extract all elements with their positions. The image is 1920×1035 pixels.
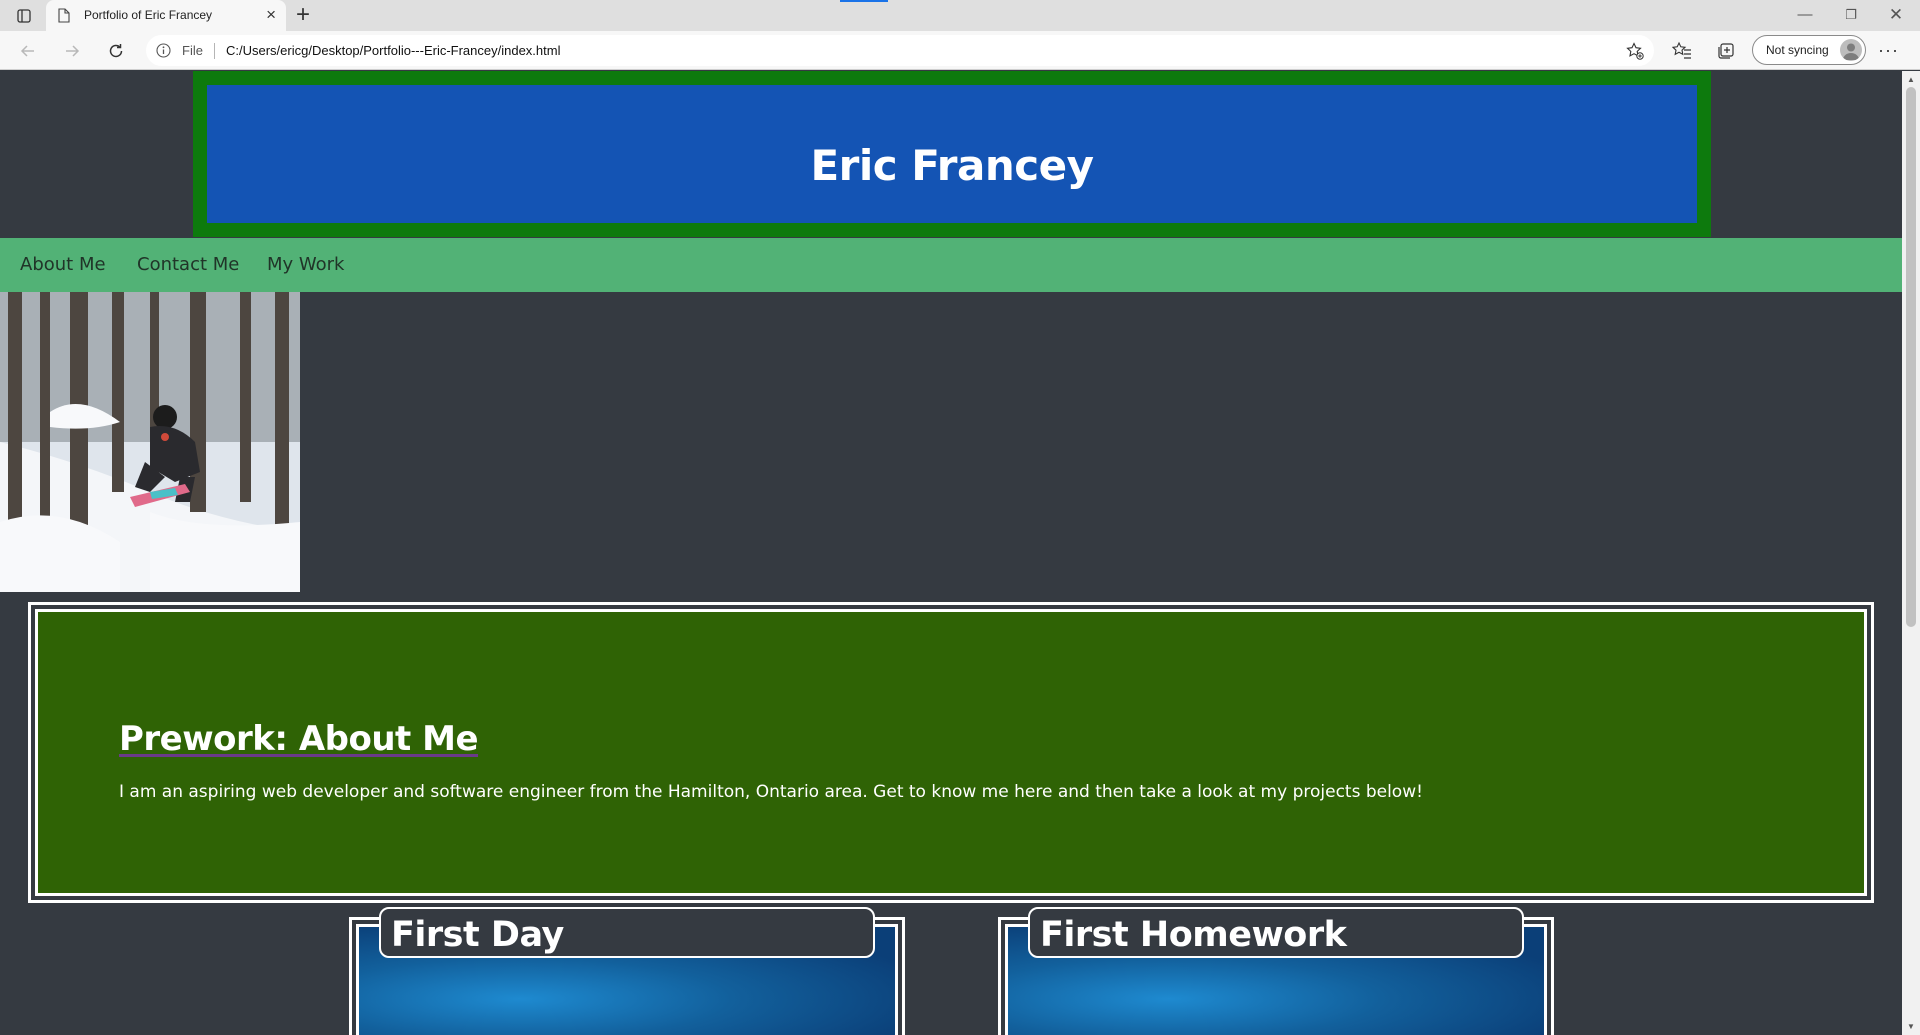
project-title: First Day (391, 915, 564, 955)
project-title-box: First Day (379, 907, 875, 958)
about-paragraph: I am an aspiring web developer and softw… (119, 782, 1423, 802)
restore-icon[interactable]: ❐ (1836, 4, 1866, 26)
loading-indicator (840, 0, 888, 2)
browser-toolbar: File C:/Users/ericg/Desktop/Portfolio---… (0, 31, 1920, 70)
address-bar[interactable]: File C:/Users/ericg/Desktop/Portfolio---… (146, 35, 1654, 66)
close-tab-icon[interactable]: × (266, 5, 276, 25)
about-panel: Prework: About Me I am an aspiring web d… (35, 609, 1867, 896)
site-title: Eric Francey (810, 141, 1094, 190)
project-title-box: First Homework (1028, 907, 1524, 958)
nav-link-work[interactable]: My Work (267, 254, 344, 275)
project-title: First Homework (1040, 915, 1347, 955)
about-heading[interactable]: Prework: About Me (119, 719, 479, 759)
sync-status-label: Not syncing (1766, 43, 1829, 57)
window-close-icon[interactable]: ✕ (1881, 4, 1911, 26)
new-tab-icon[interactable]: + (296, 2, 310, 28)
address-separator (214, 43, 215, 59)
site-header: Eric Francey (193, 71, 1711, 237)
page-icon (58, 8, 70, 23)
minimize-icon[interactable]: — (1790, 4, 1820, 26)
back-arrow-icon[interactable] (14, 37, 42, 65)
snowboarder-photo (0, 292, 300, 592)
page-viewport: Eric Francey About Me Contact Me My Work (0, 71, 1902, 1035)
tab-title: Portfolio of Eric Francey (84, 8, 213, 22)
favorites-icon[interactable] (1671, 41, 1692, 61)
info-icon[interactable] (156, 43, 171, 58)
profile-avatar-icon (1840, 39, 1862, 61)
reload-icon[interactable] (102, 37, 130, 65)
scroll-down-icon[interactable]: ▼ (1907, 1022, 1915, 1031)
more-menu-icon[interactable]: ··· (1878, 41, 1899, 59)
site-nav: About Me Contact Me My Work (0, 238, 1902, 292)
forward-arrow-icon[interactable] (58, 37, 86, 65)
about-section: Prework: About Me I am an aspiring web d… (28, 602, 1874, 903)
vertical-scrollbar[interactable]: ▲ ▼ (1902, 71, 1920, 1035)
url-text[interactable]: C:/Users/ericg/Desktop/Portfolio---Eric-… (226, 43, 560, 58)
scrollbar-thumb[interactable] (1906, 87, 1916, 627)
nav-link-about[interactable]: About Me (20, 254, 106, 275)
add-favorite-icon[interactable] (1626, 42, 1644, 60)
active-tab[interactable]: Portfolio of Eric Francey × (46, 0, 286, 31)
tab-actions-icon[interactable] (14, 6, 34, 26)
nav-link-contact[interactable]: Contact Me (137, 254, 239, 275)
tab-strip: Portfolio of Eric Francey × + — ❐ ✕ (0, 0, 1920, 31)
collections-icon[interactable] (1716, 41, 1736, 61)
file-scheme-label: File (182, 43, 203, 58)
profile-sync-button[interactable]: Not syncing (1752, 35, 1866, 65)
scroll-up-icon[interactable]: ▲ (1907, 75, 1915, 84)
